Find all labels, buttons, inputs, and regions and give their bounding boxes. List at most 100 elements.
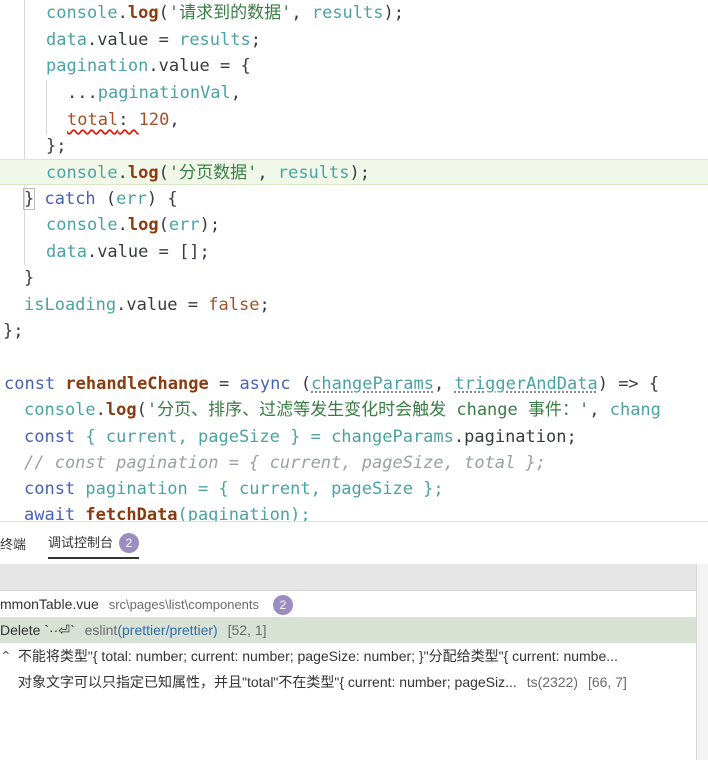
code-line[interactable]: }; <box>0 133 708 159</box>
tab-badge: 2 <box>119 533 140 553</box>
token: = <box>208 374 240 394</box>
comment: // const pagination = { current, pageSiz… <box>24 453 546 473</box>
scrollbar[interactable] <box>696 564 708 760</box>
token: const <box>4 374 66 394</box>
code-line[interactable]: const rehandleChange = async (changePara… <box>0 371 708 397</box>
file-problem-count: 2 <box>272 595 293 615</box>
token: isLoading <box>24 295 117 315</box>
code-line[interactable]: }; <box>0 318 708 344</box>
token: const <box>24 427 86 447</box>
token: console <box>46 215 118 235</box>
token: log <box>127 163 159 183</box>
token: ( <box>136 400 147 420</box>
tab-debug-console-label: 调试控制台 <box>48 535 114 550</box>
problem-row[interactable]: 对象文字可以只指定已知属性，并且"total"不在类型"{ current: n… <box>0 669 696 695</box>
problem-rule-link[interactable]: (prettier/prettier) <box>117 622 217 638</box>
token: . <box>95 400 106 420</box>
token: }; <box>3 321 24 341</box>
code-line[interactable]: console.log('请求到的数据', results); <box>0 0 708 26</box>
token: false <box>208 295 260 315</box>
token: .pagination; <box>453 427 577 447</box>
token: ( <box>105 189 117 209</box>
token: log <box>127 3 159 23</box>
problem-position: [52, 1] <box>227 622 267 638</box>
token: data <box>46 242 87 262</box>
bottom-panel: 终端 调试控制台 2 mmonTable.vue src\pages\list\c… <box>0 521 708 760</box>
token: ); <box>199 215 221 235</box>
token: '分页数据' <box>168 163 258 183</box>
problem-source: ts(2322) <box>526 674 579 690</box>
token: , <box>230 83 242 103</box>
problem-text: 不能将类型"{ total: number; current: number; … <box>17 648 618 664</box>
token: , <box>257 163 278 183</box>
token: { current, pageSize } = <box>85 427 332 447</box>
token: results <box>179 30 251 50</box>
token: ( <box>158 163 169 183</box>
code-line[interactable]: } catch (err) { <box>0 186 708 212</box>
code-line[interactable]: const pagination = { current, pageSize }… <box>0 476 708 502</box>
problem-source: eslint <box>84 622 118 638</box>
code-line[interactable]: console.log('分页、排序、过滤等发生变化时会触发 change 事件… <box>0 397 708 423</box>
file-path: src\pages\list\components <box>108 597 260 612</box>
token: ); <box>383 3 404 23</box>
token: , <box>169 110 180 130</box>
token: ( <box>158 3 169 23</box>
token: err <box>168 215 200 235</box>
token: ( <box>158 215 169 235</box>
chevron-down-icon[interactable]: ⌃ <box>0 643 14 669</box>
token: console <box>46 163 118 183</box>
code-line[interactable]: total: 120, <box>0 107 708 133</box>
problem-row[interactable]: ⌃ 不能将类型"{ total: number; current: number… <box>0 643 696 669</box>
token: changeParams <box>311 374 434 394</box>
token: }; <box>46 136 67 156</box>
token: .value = <box>86 30 180 50</box>
code-line[interactable]: data.value = results; <box>0 27 708 53</box>
token: paginationVal <box>97 83 231 103</box>
token: . <box>117 215 128 235</box>
token-error: total <box>67 110 119 130</box>
problem-text: 对象文字可以只指定已知属性，并且"total"不在类型"{ current: n… <box>18 674 517 690</box>
code-line[interactable]: const { current, pageSize } = changePara… <box>0 424 708 450</box>
token: catch <box>34 189 106 209</box>
token: rehandleChange <box>65 374 209 394</box>
problem-text: Delete `··⏎` <box>0 622 75 638</box>
token: await <box>24 505 86 521</box>
tab-debug-console[interactable]: 调试控制台 2 <box>48 532 140 559</box>
token: async <box>239 374 301 394</box>
token: pagination <box>46 56 149 76</box>
token: .value = <box>116 295 209 315</box>
token: ); <box>349 163 370 183</box>
code-line[interactable]: data.value = []; <box>0 239 708 265</box>
code-line[interactable]: pagination.value = { <box>0 53 708 79</box>
token: log <box>127 215 159 235</box>
panel-tabbar: 终端 调试控制台 2 <box>0 522 708 564</box>
tab-terminal[interactable]: 终端 <box>0 534 26 553</box>
token: , <box>291 3 312 23</box>
token: console <box>24 400 96 420</box>
code-line[interactable]: ...paginationVal, <box>0 80 708 106</box>
token: : <box>118 110 139 130</box>
token: ... <box>67 83 98 103</box>
code-line[interactable]: await fetchData(pagination); <box>0 502 708 521</box>
token: .value = { <box>148 56 251 76</box>
token: ; <box>259 295 270 315</box>
token: 120 <box>138 110 170 130</box>
bracket-match: } <box>22 188 36 210</box>
code-line[interactable]: console.log(err); <box>0 212 708 238</box>
token: = { current, pageSize }; <box>187 479 444 499</box>
code-line[interactable]: } <box>0 265 708 291</box>
token: , <box>589 400 610 420</box>
token: log <box>105 400 137 420</box>
token: , <box>433 374 455 394</box>
code-line-highlighted[interactable]: console.log('分页数据', results); <box>0 159 708 185</box>
token: '请求到的数据' <box>168 3 292 23</box>
file-name: mmonTable.vue <box>0 596 99 612</box>
code-editor[interactable]: console.log('请求到的数据', results); data.val… <box>0 0 708 521</box>
problem-row-selected[interactable]: Delete `··⏎` eslint(prettier/prettier) [… <box>0 617 696 643</box>
token: console <box>46 3 118 23</box>
code-line[interactable]: // const pagination = { current, pageSiz… <box>0 450 708 476</box>
code-line[interactable]: isLoading.value = false; <box>0 292 708 318</box>
token: triggerAndData <box>454 374 598 394</box>
token: fetchData <box>85 505 178 521</box>
problems-file-row[interactable]: mmonTable.vue src\pages\list\components … <box>0 591 696 617</box>
